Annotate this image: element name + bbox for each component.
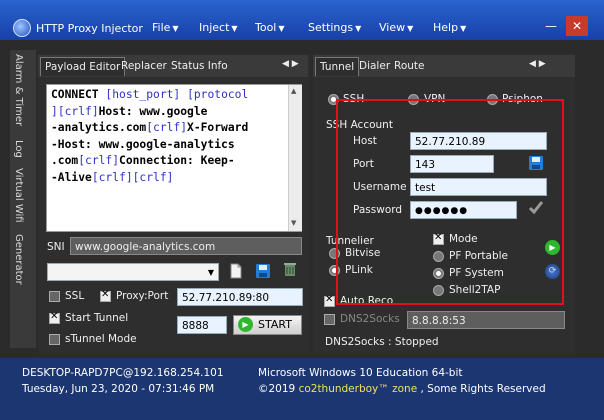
payload-editor[interactable]: CONNECT [host_port] [protocol][crlf]Host… <box>46 84 302 232</box>
chevron-down-icon: ▼ <box>231 24 238 33</box>
proxy-port-input[interactable]: 52.77.210.89:80 <box>177 288 303 306</box>
tab-scroll-arrows[interactable]: ◀ ▶ <box>282 59 299 69</box>
payload-line: ][crlf]Host: www.google <box>51 104 297 121</box>
payload-token: Connection: Keep- <box>119 154 235 167</box>
sni-label: SNI <box>47 241 65 253</box>
proxy-port-checkbox[interactable] <box>100 289 111 302</box>
dns2socks-checkbox[interactable] <box>324 314 335 325</box>
stunnel-mode-label: sTunnel Mode <box>65 333 137 345</box>
status-copyright: ©2019 co2thunderboy™ zone , Some Rights … <box>258 383 546 395</box>
auto-reco-checkbox[interactable] <box>324 294 335 307</box>
left-tab-bar: Payload Editor Replacer Status Info ◀ ▶ <box>38 55 308 77</box>
minimize-button[interactable]: — <box>540 16 562 36</box>
menu-help[interactable]: Help ▼ <box>433 21 466 34</box>
payload-token: -Alive <box>51 170 92 184</box>
side-tab-generator[interactable]: Generator <box>13 234 24 285</box>
save-icon[interactable] <box>255 263 271 279</box>
sni-input[interactable]: www.google-analytics.com <box>70 237 302 255</box>
chevron-left-icon: ◀ <box>529 59 536 69</box>
payload-line: -Host: www.google-analytics <box>51 137 297 154</box>
minimize-icon: — <box>545 19 557 33</box>
payload-line: .com[crlf]Connection: Keep- <box>51 153 297 170</box>
tab-dialer[interactable]: Dialer <box>355 57 394 75</box>
status-os: Microsoft Windows 10 Education 64-bit <box>258 367 463 379</box>
delete-icon[interactable] <box>282 261 298 277</box>
payload-line: CONNECT [host_port] [protocol <box>51 87 297 104</box>
chevron-right-icon: ▶ <box>538 59 546 69</box>
tab-payload-editor[interactable]: Payload Editor <box>40 57 126 76</box>
menu-tool[interactable]: Tool ▼ <box>255 21 285 34</box>
dns2socks-status: DNS2Socks : Stopped <box>325 336 439 348</box>
side-tab-log[interactable]: Log <box>13 140 24 158</box>
payload-token: .com <box>51 154 79 167</box>
menu-file[interactable]: File ▼ <box>152 21 179 34</box>
tab-status-info[interactable]: Status Info <box>167 57 232 75</box>
ssl-label: SSL <box>65 290 85 302</box>
start-tunnel-checkbox[interactable] <box>49 311 60 324</box>
stunnel-mode-checkbox[interactable] <box>49 334 60 345</box>
highlight-box <box>336 99 564 305</box>
window-title: HTTP Proxy Injector <box>36 22 143 35</box>
payload-token: X-Forward <box>187 121 249 134</box>
payload-token: [host_port] <box>105 88 181 101</box>
chevron-down-icon: ▼ <box>460 24 467 33</box>
status-datetime: Tuesday, Jun 23, 2020 - 07:31:46 PM <box>22 383 215 395</box>
close-button[interactable]: ✕ <box>566 16 588 36</box>
payload-token: [crlf] <box>78 154 120 167</box>
status-bar: DESKTOP-RAPD7PC@192.168.254.101 Tuesday,… <box>0 358 604 420</box>
payload-token: [protocol <box>187 88 249 101</box>
payload-token: -Host: www.google-analytics <box>51 137 235 151</box>
side-tab-virtual-wifi[interactable]: Virtual Wifi <box>13 168 24 223</box>
new-file-icon[interactable] <box>228 263 244 279</box>
payload-token: ] <box>51 104 58 118</box>
payload-scrollbar[interactable]: ▲ ▼ <box>288 85 302 231</box>
proxy-port-label: Proxy:Port <box>116 290 169 302</box>
payload-token: [crlf] <box>132 170 174 184</box>
chevron-down-icon: ▼ <box>355 24 362 33</box>
tab-route[interactable]: Route <box>390 57 428 75</box>
scroll-up-icon[interactable]: ▲ <box>291 87 296 95</box>
app-window: HTTP Proxy Injector File ▼ Inject ▼ Tool ▼ … <box>0 0 604 420</box>
menu-inject[interactable]: Inject ▼ <box>199 21 238 34</box>
payload-token: CONNECT <box>51 88 106 101</box>
payload-preset-select[interactable]: ▼ <box>47 263 219 281</box>
menu-view[interactable]: View ▼ <box>379 21 413 34</box>
payload-token: [crlf] <box>91 170 133 184</box>
payload-token: Host: www.google <box>98 104 208 118</box>
close-icon: ✕ <box>571 19 583 33</box>
payload-token: [crlf] <box>57 104 99 118</box>
menu-settings[interactable]: Settings ▼ <box>308 21 361 34</box>
local-port-input[interactable]: 8888 <box>177 316 227 334</box>
ssl-checkbox[interactable] <box>49 291 60 302</box>
chevron-down-icon: ▼ <box>278 24 285 33</box>
right-tab-scroll-arrows[interactable]: ◀ ▶ <box>529 59 546 69</box>
tab-replacer[interactable]: Replacer <box>117 57 171 75</box>
status-host: DESKTOP-RAPD7PC@192.168.254.101 <box>22 367 224 379</box>
payload-token: [crlf] <box>146 121 188 134</box>
payload-line: -Alive[crlf][crlf] <box>51 170 297 187</box>
app-logo-icon <box>13 19 31 37</box>
start-button[interactable]: ▶ START <box>233 315 302 335</box>
payload-line: -analytics.com[crlf]X-Forward <box>51 120 297 137</box>
chevron-down-icon: ▼ <box>407 24 414 33</box>
chevron-right-icon: ▶ <box>291 59 299 69</box>
side-tab-alarm-timer[interactable]: Alarm & Timer <box>13 54 24 126</box>
payload-token: -analytics.com <box>51 121 147 134</box>
tab-tunnel[interactable]: Tunnel <box>315 57 360 76</box>
dns2socks-input[interactable]: 8.8.8.8:53 <box>407 311 565 329</box>
chevron-left-icon: ◀ <box>282 59 289 69</box>
chevron-down-icon: ▼ <box>172 24 179 33</box>
title-bar[interactable]: HTTP Proxy Injector File ▼ Inject ▼ Tool ▼ … <box>0 0 604 40</box>
chevron-down-icon: ▼ <box>207 268 214 277</box>
right-tab-bar: Tunnel Dialer Route ◀ ▶ <box>313 55 575 77</box>
start-tunnel-label: Start Tunnel <box>65 312 129 324</box>
scroll-down-icon[interactable]: ▼ <box>291 219 296 227</box>
side-tab-strip: Alarm & Timer Log Virtual Wifi Generator <box>10 50 36 348</box>
play-icon: ▶ <box>238 317 253 332</box>
dns2socks-label: DNS2Socks <box>340 313 400 325</box>
